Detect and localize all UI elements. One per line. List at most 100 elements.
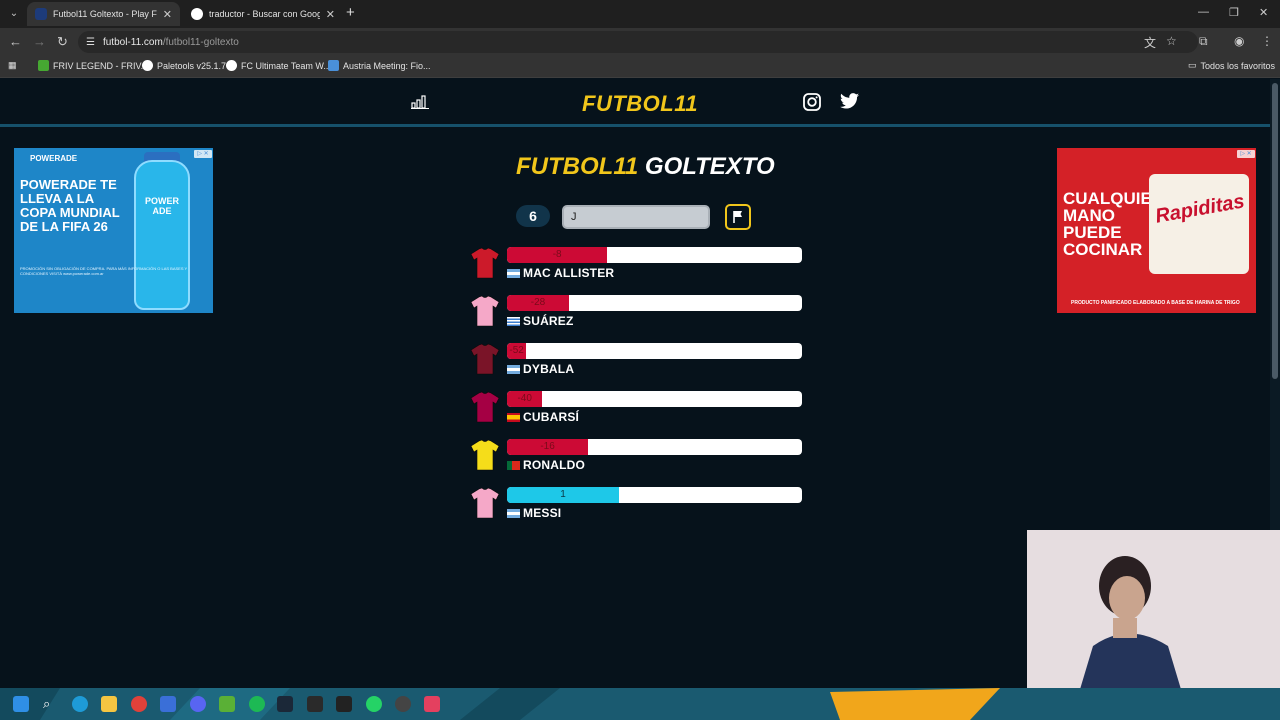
maximize-icon[interactable]: ❐ [1229, 6, 1239, 19]
forward-icon[interactable]: → [33, 34, 46, 50]
obs-icon[interactable] [395, 696, 411, 712]
back-icon[interactable]: ← [9, 34, 22, 50]
whatsapp-icon[interactable] [366, 696, 382, 712]
country-flag-icon [507, 508, 520, 518]
minimize-icon[interactable]: — [1198, 6, 1209, 18]
ad-brand-label: POWERADE [30, 154, 78, 163]
futbol11-favicon [35, 8, 47, 20]
apps-icon[interactable]: ▦ [8, 60, 17, 71]
bookmark-fc-ultimate[interactable]: FC Ultimate Team W... [226, 60, 331, 71]
browser-tab-strip: ⌄ Futbol11 Goltexto - Play Footba ✕ trad… [0, 0, 1280, 28]
tiktok-icon[interactable] [424, 696, 440, 712]
menu-icon[interactable]: ⋮ [1261, 34, 1273, 48]
stats-icon[interactable] [411, 93, 429, 109]
scroll-thumb[interactable] [1272, 83, 1278, 379]
give-up-button[interactable] [725, 204, 751, 230]
steam-icon[interactable] [277, 696, 293, 712]
extensions-icon[interactable]: ⧉ [1199, 34, 1208, 49]
country-flag-icon [507, 412, 520, 422]
proximity-value: -16 [540, 441, 555, 452]
player-guess-row: -16 RONALDO [470, 437, 810, 485]
all-bookmarks[interactable]: ▭ Todos los favoritos [1188, 60, 1275, 71]
guess-input[interactable] [562, 205, 710, 229]
twitter-icon[interactable] [840, 93, 859, 109]
profile-avatar-icon[interactable]: ◉ [1234, 34, 1244, 48]
instagram-icon[interactable] [803, 93, 821, 111]
player-name-row: SUÁREZ [507, 314, 574, 328]
proximity-bar: -16 [507, 439, 802, 455]
proximity-bar: 1 [507, 487, 802, 503]
file-explorer-icon[interactable] [101, 696, 117, 712]
site-info-icon[interactable]: ☰ [86, 37, 95, 48]
close-window-icon[interactable]: ✕ [1259, 6, 1268, 19]
jersey-icon [470, 343, 500, 375]
austria-icon [328, 60, 339, 71]
player-name: MAC ALLISTER [523, 266, 615, 280]
bookmark-paletools[interactable]: Paletools v25.1.7 [142, 60, 226, 71]
jersey-icon [470, 487, 500, 519]
bookmark-label: Austria Meeting: Fio... [343, 60, 431, 71]
streamer-image [1080, 556, 1181, 688]
windows-start-icon[interactable] [13, 696, 29, 712]
reload-icon[interactable]: ↻ [57, 34, 68, 50]
country-flag-icon [507, 316, 520, 326]
chrome-icon[interactable] [131, 696, 147, 712]
bookmark-star-icon[interactable]: ☆ [1166, 34, 1177, 48]
translate-icon[interactable]: 文 [1144, 34, 1156, 51]
proximity-value: -28 [530, 297, 546, 308]
country-flag-icon [507, 364, 520, 374]
rapiditas-ad[interactable]: CUALQUIER MANO PUEDE COCINAR Rapiditas P… [1057, 148, 1256, 313]
bookmark-austria[interactable]: Austria Meeting: Fio... [328, 60, 431, 71]
player-name: CUBARSÍ [523, 410, 580, 424]
search-icon[interactable]: ⌕ [43, 696, 59, 712]
capcut-icon[interactable] [336, 696, 352, 712]
tab-futbol11[interactable]: Futbol11 Goltexto - Play Footba ✕ [27, 2, 180, 26]
friv-icon [38, 60, 49, 71]
ad-choices-icon[interactable]: ▷ ✕ [194, 150, 212, 158]
url-path: /futbol11-goltexto [162, 36, 239, 48]
proximity-bar: -52 [507, 343, 802, 359]
webcam-overlay [1027, 530, 1280, 688]
player-name-row: CUBARSÍ [507, 410, 579, 424]
bookmarks-bar: ▦ FRIV LEGEND - FRIV... Paletools v25.1.… [0, 56, 1280, 78]
player-name: DYBALA [523, 362, 575, 376]
tab-traductor[interactable]: traductor - Buscar con Google ✕ [183, 2, 343, 26]
store-icon[interactable] [160, 696, 176, 712]
proximity-value: 1 [560, 489, 566, 500]
country-flag-icon [507, 460, 520, 470]
player-name: SUÁREZ [523, 314, 574, 328]
proximity-bar: -8 [507, 247, 802, 263]
player-name: MESSI [523, 506, 562, 520]
proximity-bar: -40 [507, 391, 802, 407]
edge-icon[interactable] [72, 696, 88, 712]
powerade-ad[interactable]: POWERADE POWERADE TE LLEVA A LA COPA MUN… [14, 148, 213, 313]
country-flag-icon [507, 268, 520, 278]
site-header: FUTBOL11 [0, 79, 1270, 127]
new-tab-button[interactable]: + [346, 5, 355, 20]
proximity-value: -8 [552, 249, 562, 260]
close-icon[interactable]: ✕ [326, 8, 335, 21]
jersey-icon [470, 247, 500, 279]
bottle-label: POWER ADE [144, 196, 179, 216]
player-guess-row: -8 MAC ALLISTER [470, 245, 810, 293]
proximity-value: -52 [509, 345, 524, 356]
guess-list: -8 MAC ALLISTER -28 SUÁREZ -52 DYBALA -4… [470, 245, 810, 533]
bookmark-label: Todos los favoritos [1200, 60, 1276, 71]
ad-choices-icon[interactable]: ▷ ✕ [1237, 150, 1255, 158]
discord-icon[interactable] [190, 696, 206, 712]
bookmark-friv[interactable]: FRIV LEGEND - FRIV... [38, 60, 148, 71]
folder-icon: ▭ [1188, 60, 1197, 70]
tab-search-button[interactable]: ⌄ [5, 5, 23, 23]
ad-slogan: CUALQUIER MANO PUEDE COCINAR [1063, 189, 1165, 259]
spotify-icon[interactable] [249, 696, 265, 712]
close-icon[interactable]: ✕ [163, 8, 172, 21]
title-brand: FUTBOL11 [516, 153, 639, 180]
site-logo[interactable]: FUTBOL11 [582, 91, 698, 117]
proximity-value: -40 [517, 393, 532, 404]
player-guess-row: -40 CUBARSÍ [470, 389, 810, 437]
player-name-row: DYBALA [507, 362, 574, 376]
epic-games-icon[interactable] [307, 696, 323, 712]
browser-toolbar: ← → ↻ ☰ futbol-11.com/futbol11-goltexto … [0, 28, 1280, 56]
address-bar[interactable]: ☰ futbol-11.com/futbol11-goltexto [78, 31, 1198, 53]
minecraft-icon[interactable] [219, 696, 235, 712]
